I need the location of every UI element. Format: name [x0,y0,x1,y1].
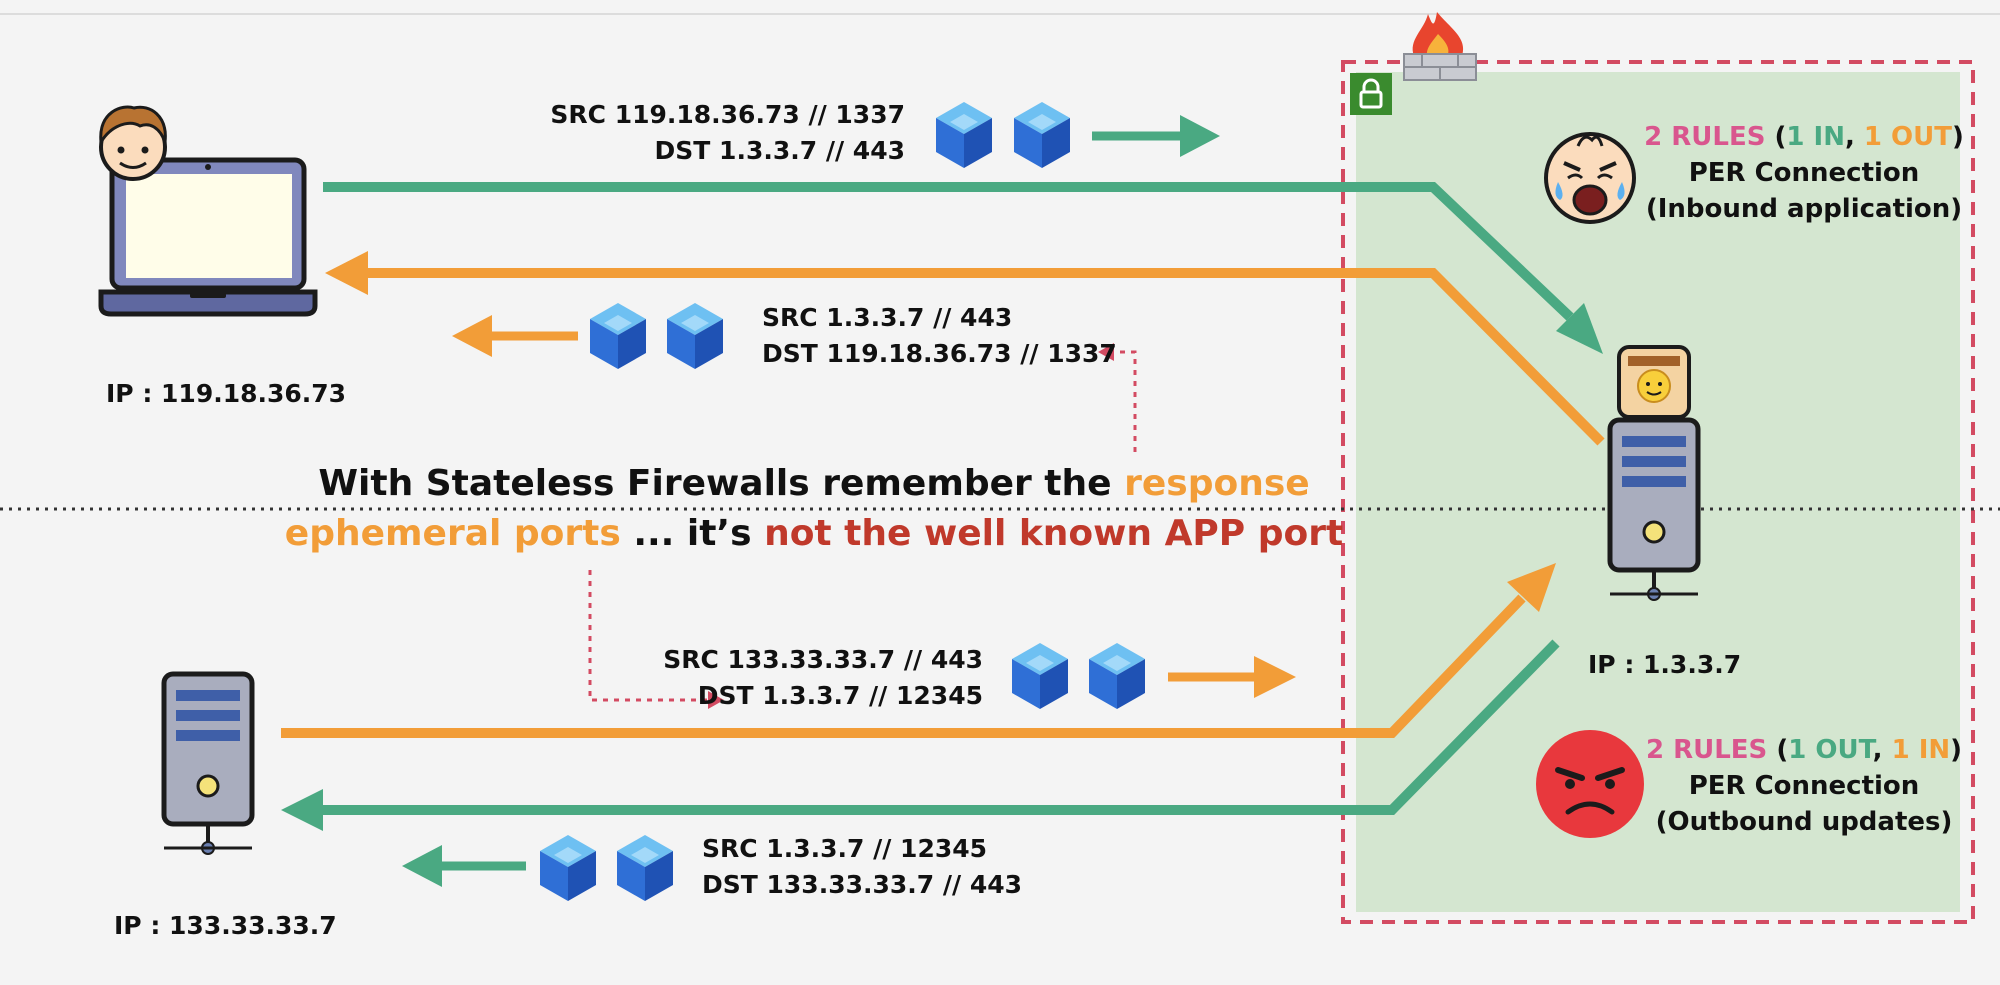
update-request-src: SRC 1.3.3.7 // 12345 [702,834,987,863]
client-ip-label: IP : 119.18.36.73 [106,379,346,408]
outbound-rules-line1: 2 RULES (1 OUT, 1 IN) [1646,735,1962,765]
client-response-dst: DST 119.18.36.73 // 1337 [762,339,1117,368]
update-response-dst: DST 1.3.3.7 // 12345 [698,681,983,710]
headline-line2: ephemeral ports ... it’s not the well kn… [285,513,1343,554]
inbound-rules-line1: 2 RULES (1 IN, 1 OUT) [1644,122,1964,152]
crying-face-icon [1544,132,1636,224]
laptop-icon [98,157,318,317]
flow-app-to-update-arrowhead [281,789,323,831]
app-icon [1617,345,1691,419]
diagram-stage: SRC 119.18.36.73 // 1337 DST 1.3.3.7 // … [0,0,2000,985]
update-server-icon [164,674,252,854]
update-request-dst: DST 133.33.33.7 // 443 [702,870,1022,899]
client-outbound-src: SRC 119.18.36.73 // 1337 [550,100,905,129]
update-server-ip-label: IP : 133.33.33.7 [114,911,337,940]
packet-cube-icon [1012,643,1068,709]
client-outbound-dst: DST 1.3.3.7 // 443 [655,136,905,165]
update-response-src: SRC 133.33.33.7 // 443 [663,645,983,674]
inbound-rules-line2: PER Connection [1689,158,1920,188]
client-response-src: SRC 1.3.3.7 // 443 [762,303,1012,332]
firewall-icon [1403,12,1477,81]
packet-direction-arrow [1168,656,1296,698]
packet-direction-arrow [402,845,526,887]
outbound-rules-note: 2 RULES (1 OUT, 1 IN) PER Connection (Ou… [1646,735,1962,837]
outbound-rules-line3: (Outbound updates) [1656,807,1953,837]
packet-cube-icon [590,303,646,369]
packet-cube-icon [617,835,673,901]
lock-icon [1350,73,1392,115]
packet-direction-arrow [1092,115,1220,157]
flow-app-to-client-arrowhead [325,251,368,295]
packet-cube-icon [667,303,723,369]
packet-cube-icon [1089,643,1145,709]
packet-direction-arrow [452,315,578,357]
angry-face-icon [1536,730,1644,838]
user-avatar-icon [99,105,167,181]
outbound-rules-line2: PER Connection [1689,771,1920,801]
app-server-ip-label: IP : 1.3.3.7 [1588,650,1741,679]
headline-line1: With Stateless Firewalls remember the re… [318,463,1309,504]
inbound-rules-line3: (Inbound application) [1646,194,1962,224]
packet-cube-icon [936,102,992,168]
inbound-rules-note: 2 RULES (1 IN, 1 OUT) PER Connection (In… [1644,122,1964,224]
firewall-diagram: SRC 119.18.36.73 // 1337 DST 1.3.3.7 // … [0,12,2000,940]
packet-cube-icon [1014,102,1070,168]
packet-cube-icon [540,835,596,901]
